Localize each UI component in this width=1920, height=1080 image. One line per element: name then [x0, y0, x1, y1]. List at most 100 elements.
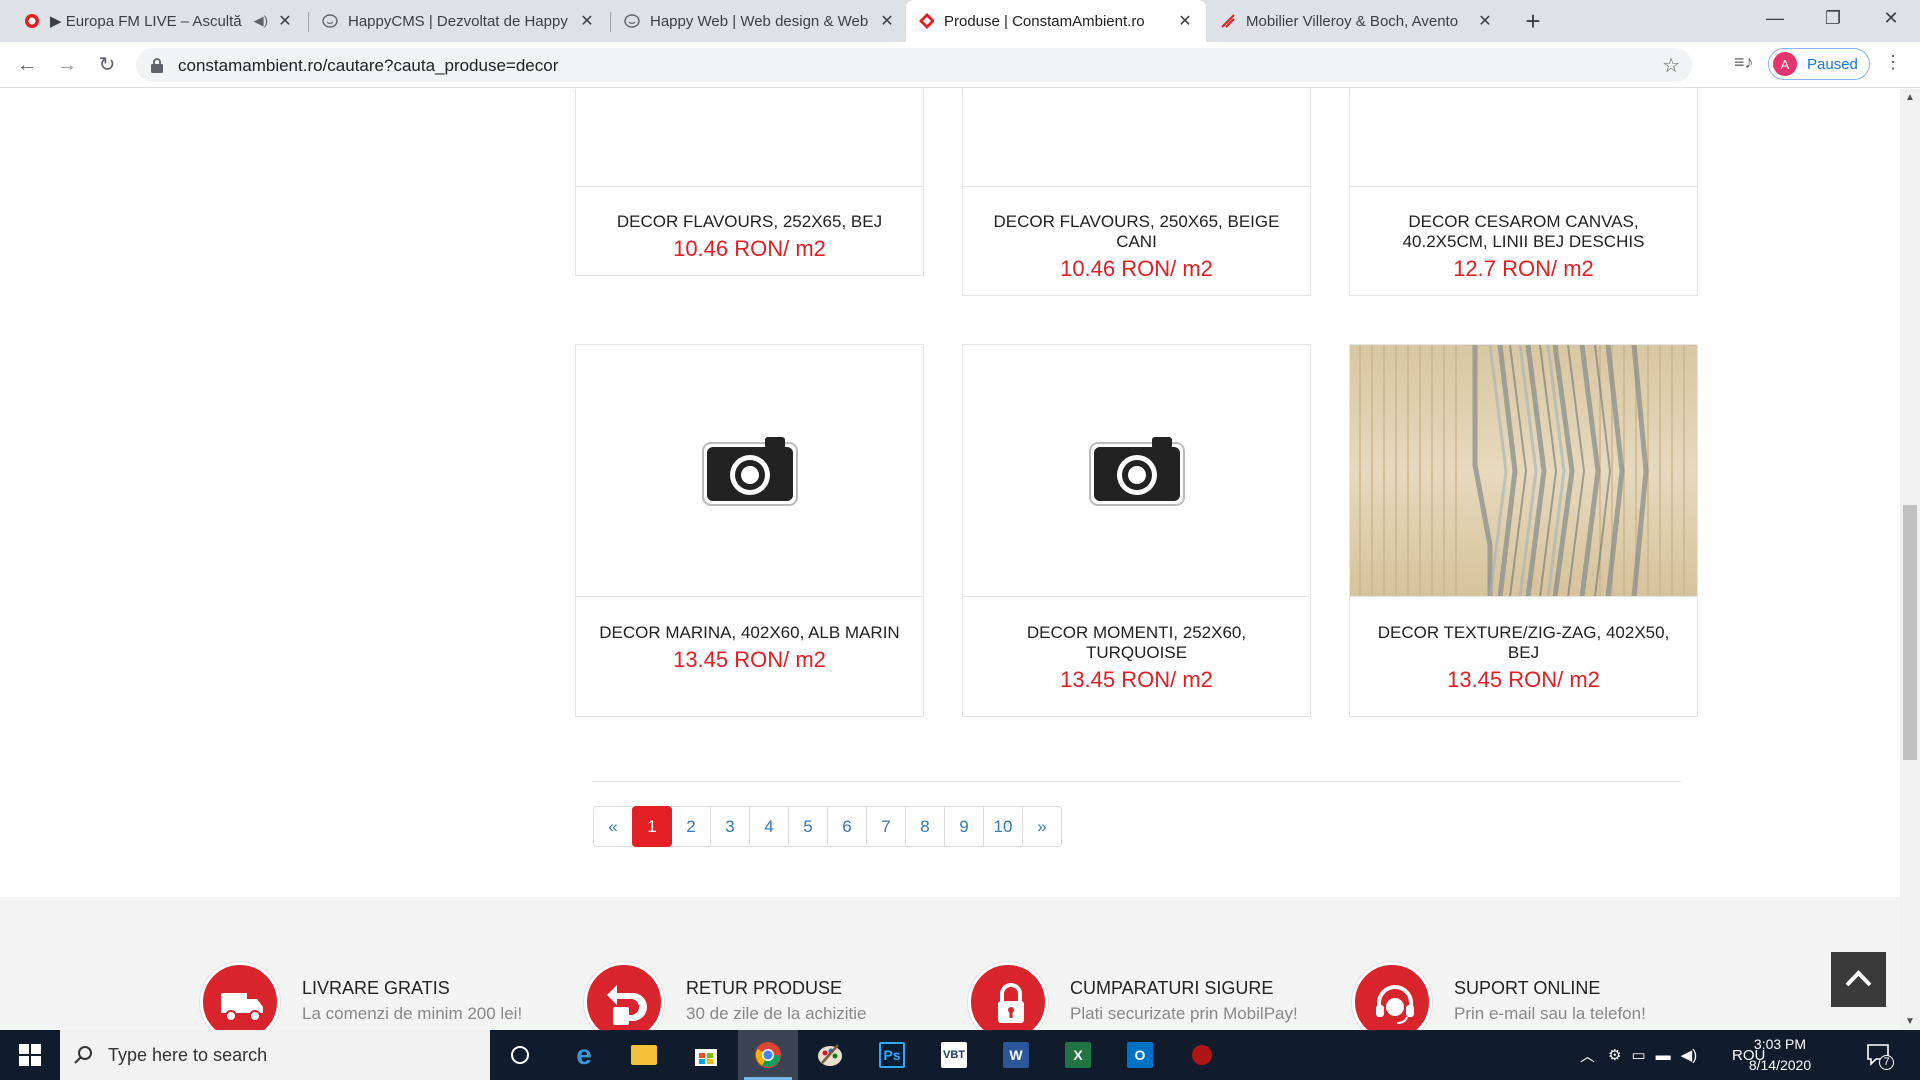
feature-subtitle: Plati securizate prin MobilPay!: [1070, 1004, 1298, 1023]
url-text: constamambient.ro/cautare?cauta_produse=…: [178, 56, 559, 75]
bookmark-star-icon[interactable]: ☆: [1662, 53, 1680, 78]
clock-date: 8/14/2020: [1748, 1057, 1812, 1073]
feature-subtitle: Prin e-mail sau la telefon!: [1454, 1004, 1646, 1023]
close-icon[interactable]: ✕: [1476, 11, 1494, 31]
tray-chevron[interactable]: ︿: [1580, 1030, 1595, 1080]
return-icon: [584, 962, 664, 1030]
taskbar-chrome[interactable]: [738, 1030, 798, 1080]
display-icon[interactable]: ▭: [1631, 1046, 1645, 1064]
search-placeholder: Type here to search: [108, 1044, 268, 1065]
europafm-icon: [24, 13, 40, 29]
taskbar-paint[interactable]: [800, 1030, 860, 1080]
feature-title: RETUR PRODUSE: [686, 978, 843, 998]
chevron-up-icon: ︿: [1580, 1047, 1596, 1065]
tab-happyweb[interactable]: Happy Web | Web design & Web ✕: [612, 0, 908, 42]
media-queue-icon[interactable]: ≡♪: [1734, 52, 1754, 73]
close-window-button[interactable]: ✕: [1868, 8, 1914, 29]
tab-title: HappyCMS | Dezvoltat de Happy: [348, 12, 568, 30]
taskbar-edge[interactable]: e: [554, 1030, 614, 1080]
speaker-icon[interactable]: ◀): [254, 13, 268, 29]
new-tab-button[interactable]: +: [1520, 8, 1546, 34]
notification-center-button[interactable]: 7: [1866, 1042, 1894, 1070]
tab-title: Mobilier Villeroy & Boch, Avento: [1246, 12, 1459, 30]
windows-logo-icon: [19, 1044, 41, 1066]
avatar: A: [1773, 52, 1797, 76]
feature-title: LIVRARE GRATIS: [302, 978, 450, 998]
browser-toolbar: ← → ↻ constamambient.ro/cautare?cauta_pr…: [0, 42, 1920, 88]
taskbar-search[interactable]: Type here to search: [60, 1030, 490, 1080]
scroll-up-arrow[interactable]: ▲: [1903, 92, 1917, 103]
battery-icon[interactable]: ▬: [1656, 1047, 1671, 1064]
feature-subtitle: 30 de zile de la achizitie: [686, 1004, 867, 1023]
happy-icon: [624, 13, 640, 29]
profile-status: Paused: [1807, 55, 1858, 73]
volume-icon[interactable]: ◀): [1681, 1046, 1698, 1064]
kebab-menu-icon[interactable]: ⋮: [1884, 52, 1902, 73]
tab-villeroy[interactable]: Mobilier Villeroy & Boch, Avento ✕: [1208, 0, 1506, 42]
feature-title: SUPORT ONLINE: [1454, 978, 1601, 998]
taskbar-word[interactable]: W: [986, 1030, 1046, 1080]
close-icon[interactable]: ✕: [276, 11, 294, 31]
tray-icons: ⚙ ▭ ▬ ◀): [1608, 1030, 1697, 1080]
address-bar[interactable]: constamambient.ro/cautare?cauta_produse=…: [136, 48, 1692, 82]
feature-title: CUMPARATURI SIGURE: [1070, 978, 1274, 998]
features-clip: LIVRARE GRATIS La comenzi de minim 200 l…: [0, 89, 1900, 1030]
forward-button[interactable]: →: [54, 52, 80, 78]
outlook-icon: O: [1127, 1042, 1153, 1068]
taskbar-store[interactable]: [676, 1030, 736, 1080]
feature-subtitle: La comenzi de minim 200 lei!: [302, 1004, 523, 1023]
clock[interactable]: 3:03 PM 8/14/2020: [1740, 1034, 1820, 1076]
tab-separator: [610, 12, 611, 32]
close-icon[interactable]: ✕: [578, 11, 596, 31]
close-icon[interactable]: ✕: [878, 11, 896, 31]
edge-icon: e: [576, 1039, 592, 1070]
excel-icon: X: [1065, 1042, 1091, 1068]
task-view-button[interactable]: [490, 1030, 550, 1080]
notification-count: 7: [1879, 1055, 1894, 1070]
taskbar-unknown-app[interactable]: [1172, 1030, 1232, 1080]
back-button[interactable]: ←: [14, 52, 40, 78]
tab-europafm[interactable]: ▶ Europa FM LIVE – Ascultă ◀) ✕: [12, 0, 306, 42]
app-icon: [1192, 1045, 1212, 1065]
padlock-icon: [968, 962, 1048, 1030]
taskbar-vlc[interactable]: VBT: [924, 1030, 984, 1080]
folder-icon: [631, 1045, 657, 1065]
restore-button[interactable]: ❐: [1810, 8, 1856, 29]
profile-button[interactable]: A Paused: [1768, 48, 1870, 80]
taskbar-outlook[interactable]: O: [1110, 1030, 1170, 1080]
pagination-page-1[interactable]: 1: [632, 806, 672, 847]
reload-button[interactable]: ↻: [94, 52, 120, 78]
vlc-icon: VBT: [941, 1042, 967, 1068]
scroll-down-arrow[interactable]: ▼: [1903, 1016, 1917, 1027]
lock-icon: [151, 58, 163, 73]
taskbar-photoshop[interactable]: Ps: [862, 1030, 922, 1080]
headset-icon: [1352, 962, 1432, 1030]
back-to-top-button[interactable]: [1831, 952, 1886, 1007]
task-view-icon: [511, 1046, 529, 1064]
taskbar-excel[interactable]: X: [1048, 1030, 1108, 1080]
tab-title: Happy Web | Web design & Web: [650, 12, 869, 30]
clock-time: 3:03 PM: [1753, 1036, 1807, 1052]
chevron-up-icon: [1845, 970, 1872, 987]
word-icon: W: [1003, 1042, 1029, 1068]
tab-happycms[interactable]: HappyCMS | Dezvoltat de Happy ✕: [310, 0, 608, 42]
taskbar-file-explorer[interactable]: [614, 1030, 674, 1080]
network-icon[interactable]: ⚙: [1608, 1046, 1621, 1064]
photoshop-icon: Ps: [879, 1042, 905, 1068]
villeroy-icon: [1220, 13, 1236, 29]
scrollbar-thumb[interactable]: [1903, 505, 1917, 760]
tab-separator: [308, 12, 309, 32]
constam-icon: [918, 13, 934, 29]
search-icon: [74, 1046, 92, 1064]
minimize-button[interactable]: —: [1752, 8, 1798, 29]
happy-icon: [322, 13, 338, 29]
paint-icon: [818, 1044, 842, 1066]
store-icon: [695, 1049, 717, 1066]
windows-taskbar: Type here to search e Ps VBT W X O ︿ ⚙ ▭: [0, 1030, 1920, 1080]
tab-title: ▶ Europa FM LIVE – Ascultă: [50, 13, 242, 30]
tab-constamambient[interactable]: Produse | ConstamAmbient.ro ✕: [906, 0, 1206, 42]
browser-tab-strip: ▶ Europa FM LIVE – Ascultă ◀) ✕ HappyCMS…: [0, 0, 1920, 42]
chrome-icon: [755, 1042, 781, 1068]
start-button[interactable]: [0, 1030, 60, 1080]
close-icon[interactable]: ✕: [1176, 11, 1194, 31]
